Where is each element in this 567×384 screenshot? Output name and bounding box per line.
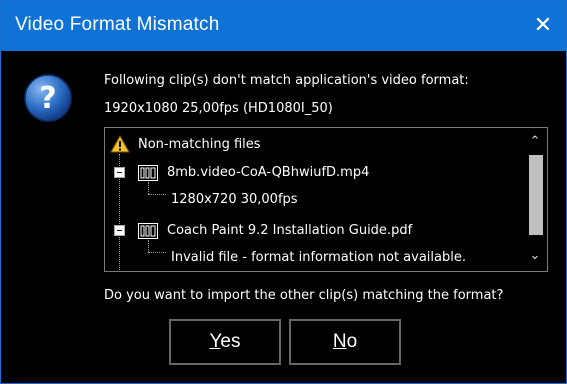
scroll-up-icon[interactable]: ⌃ [523, 132, 547, 152]
vertical-scrollbar[interactable]: ⌃ ⌄ [523, 128, 547, 271]
yes-mnemonic: Y [209, 331, 221, 352]
warning-icon [110, 135, 130, 153]
tree-file-item[interactable]: 8mb.video-CoA-QBhwiufD.mp4 [167, 165, 369, 180]
tree-file-item[interactable]: Coach Paint 9.2 Installation Guide.pdf [167, 223, 412, 238]
collapse-icon[interactable] [114, 167, 125, 178]
yes-label: es [220, 331, 241, 352]
import-question: Do you want to import the other clip(s) … [104, 288, 504, 303]
tree-line [148, 252, 166, 253]
film-icon [138, 165, 158, 181]
app-format-text: 1920x1080 25,00fps (HD1080I_50) [104, 101, 333, 116]
tree-line [148, 240, 149, 252]
collapse-icon[interactable] [114, 225, 125, 236]
scroll-thumb[interactable] [529, 155, 543, 235]
mismatch-message: Following clip(s) don't match applicatio… [104, 73, 469, 88]
question-icon: ? [24, 74, 72, 122]
tree-root-label[interactable]: Non-matching files [138, 137, 261, 152]
no-button[interactable]: No [289, 319, 401, 365]
dialog-window: Video Format Mismatch ✕ ? Following clip… [0, 0, 567, 384]
files-tree[interactable]: Non-matching files 8mb.video-CoA-QBhwiuf… [104, 127, 548, 272]
close-icon[interactable]: ✕ [520, 1, 566, 51]
tree-detail-item: Invalid file - format information not av… [171, 250, 466, 265]
tree-line [148, 182, 149, 194]
film-icon [138, 223, 158, 239]
tree-detail-item: 1280x720 30,00fps [171, 192, 298, 207]
dialog-title: Video Format Mismatch [15, 14, 220, 35]
svg-text:?: ? [39, 81, 56, 116]
title-bar[interactable]: Video Format Mismatch ✕ [1, 1, 566, 51]
scroll-down-icon[interactable]: ⌄ [523, 246, 547, 266]
yes-button[interactable]: Yes [169, 319, 281, 365]
no-mnemonic: N [332, 331, 347, 352]
tree-line [148, 194, 166, 195]
no-label: o [346, 331, 358, 352]
